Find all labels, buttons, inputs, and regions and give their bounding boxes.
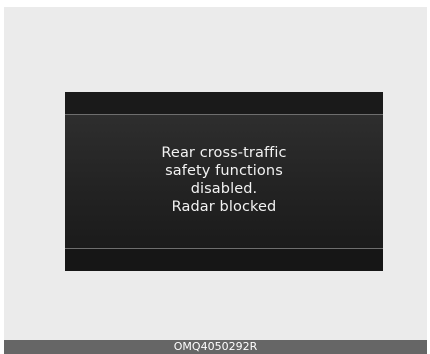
display-footer-band	[65, 248, 383, 271]
warning-message: Rear cross-traffic safety functions disa…	[161, 144, 286, 216]
figure-code-caption: OMQ4050292R	[4, 340, 427, 354]
warning-message-line: safety functions	[165, 162, 283, 179]
warning-message-line: disabled.	[190, 180, 258, 197]
display-header-band	[65, 92, 383, 115]
illustration-frame: Rear cross-traffic safety functions disa…	[4, 7, 427, 340]
warning-message-line: Radar blocked	[171, 198, 277, 215]
display-message-area: Rear cross-traffic safety functions disa…	[65, 115, 383, 248]
cluster-display-screen: Rear cross-traffic safety functions disa…	[65, 92, 383, 271]
warning-message-line: Rear cross-traffic	[161, 144, 287, 161]
